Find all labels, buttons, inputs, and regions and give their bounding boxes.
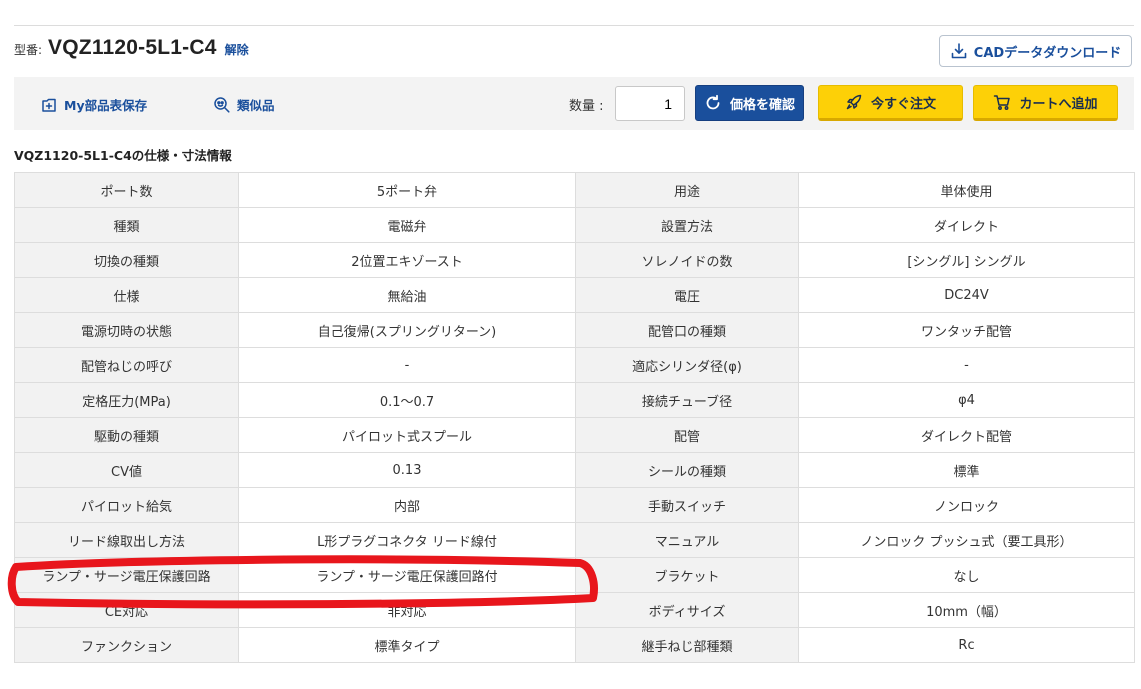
spec-value: パイロット式スプール bbox=[238, 417, 576, 453]
spec-value: L形プラグコネクタ リード線付 bbox=[238, 522, 576, 558]
spec-value: 無給油 bbox=[238, 277, 576, 313]
spec-value: 0.1～0.7 bbox=[238, 382, 576, 418]
spec-value: - bbox=[798, 347, 1135, 383]
spec-key: 適応シリンダ径(φ) bbox=[575, 347, 799, 383]
spec-key: 切換の種類 bbox=[14, 242, 239, 278]
spec-value: ノンロック プッシュ式（要工具形） bbox=[798, 522, 1135, 558]
spec-value: 内部 bbox=[238, 487, 576, 523]
spec-value: 2位置エキゾースト bbox=[238, 242, 576, 278]
spec-row: 切換の種類 2位置エキゾースト ソレノイドの数 [シングル] シングル bbox=[14, 242, 1135, 278]
action-bar: My部品表保存 類似品 数量 : 価格を確認 今すぐ注文 カートへ追加 bbox=[14, 77, 1134, 130]
spec-row: 駆動の種類 パイロット式スプール 配管 ダイレクト配管 bbox=[14, 417, 1135, 453]
spec-section-title: VQZ1120-5L1-C4の仕様・寸法情報 bbox=[14, 148, 232, 163]
spec-value: 10mm（幅） bbox=[798, 592, 1135, 628]
spec-value: 単体使用 bbox=[798, 172, 1135, 208]
spec-value: ダイレクト配管 bbox=[798, 417, 1135, 453]
spec-value: Rc bbox=[798, 627, 1135, 663]
part-number-header: 型番: VQZ1120-5L1-C4 解除 bbox=[14, 36, 249, 62]
spec-key: 配管ねじの呼び bbox=[14, 347, 239, 383]
spec-value: ダイレクト bbox=[798, 207, 1135, 243]
spec-value: ランプ・サージ電圧保護回路付 bbox=[238, 557, 576, 593]
part-number-label: 型番: bbox=[14, 43, 43, 57]
spec-key: CV値 bbox=[14, 452, 239, 488]
spec-value: 5ポート弁 bbox=[238, 172, 576, 208]
cad-download-label: CADデータダウンロード bbox=[973, 45, 1122, 61]
add-to-cart-label: カートへ追加 bbox=[1019, 96, 1098, 112]
spec-key: 電源切時の状態 bbox=[14, 312, 239, 348]
spec-key: 手動スイッチ bbox=[575, 487, 799, 523]
my-bom-save-label: My部品表保存 bbox=[64, 98, 148, 113]
spec-row: パイロット給気 内部 手動スイッチ ノンロック bbox=[14, 487, 1135, 523]
spec-key: ファンクション bbox=[14, 627, 239, 663]
spec-row: CV値 0.13 シールの種類 標準 bbox=[14, 452, 1135, 488]
spec-value: 標準タイプ bbox=[238, 627, 576, 663]
rocket-icon bbox=[846, 94, 862, 110]
spec-key: 駆動の種類 bbox=[14, 417, 239, 453]
spec-key: 配管口の種類 bbox=[575, 312, 799, 348]
spec-key: 継手ねじ部種類 bbox=[575, 627, 799, 663]
spec-key: パイロット給気 bbox=[14, 487, 239, 523]
spec-value: 自己復帰(スプリングリターン) bbox=[238, 312, 576, 348]
order-now-label: 今すぐ注文 bbox=[870, 96, 936, 112]
spec-row: 定格圧力(MPa) 0.1～0.7 接続チューブ径 φ4 bbox=[14, 382, 1135, 418]
check-price-label: 価格を確認 bbox=[729, 97, 795, 113]
spec-row: CE対応 非対応 ボディサイズ 10mm（幅） bbox=[14, 592, 1135, 628]
spec-key: リード線取出し方法 bbox=[14, 522, 239, 558]
spec-key: 配管 bbox=[575, 417, 799, 453]
spec-row: 仕様 無給油 電圧 DC24V bbox=[14, 277, 1135, 313]
spec-key: 仕様 bbox=[14, 277, 239, 313]
spec-value: 電磁弁 bbox=[238, 207, 576, 243]
spec-key: ブラケット bbox=[575, 557, 799, 593]
spec-row: 配管ねじの呼び - 適応シリンダ径(φ) - bbox=[14, 347, 1135, 383]
check-price-button[interactable]: 価格を確認 bbox=[695, 85, 804, 121]
quantity-input[interactable] bbox=[615, 86, 685, 121]
spec-value: 非対応 bbox=[238, 592, 576, 628]
spec-value: - bbox=[238, 347, 576, 383]
spec-key: ソレノイドの数 bbox=[575, 242, 799, 278]
spec-key: ポート数 bbox=[14, 172, 239, 208]
spec-row: 種類 電磁弁 設置方法 ダイレクト bbox=[14, 207, 1135, 243]
similar-search-icon bbox=[214, 96, 230, 113]
spec-key: 用途 bbox=[575, 172, 799, 208]
cart-icon bbox=[994, 95, 1011, 110]
spec-value: なし bbox=[798, 557, 1135, 593]
spec-key: 種類 bbox=[14, 207, 239, 243]
spec-key: ランプ・サージ電圧保護回路 bbox=[14, 557, 239, 593]
spec-row: リード線取出し方法 L形プラグコネクタ リード線付 マニュアル ノンロック プッ… bbox=[14, 522, 1135, 558]
spec-value: 標準 bbox=[798, 452, 1135, 488]
similar-products-link[interactable]: 類似品 bbox=[213, 95, 275, 114]
spec-row-highlighted: ランプ・サージ電圧保護回路 ランプ・サージ電圧保護回路付 ブラケット なし bbox=[14, 557, 1135, 593]
top-divider bbox=[14, 25, 1134, 26]
spec-value: φ4 bbox=[798, 382, 1135, 418]
add-to-cart-button[interactable]: カートへ追加 bbox=[973, 85, 1118, 121]
spec-key: ボディサイズ bbox=[575, 592, 799, 628]
spec-row: 電源切時の状態 自己復帰(スプリングリターン) 配管口の種類 ワンタッチ配管 bbox=[14, 312, 1135, 348]
spec-value: ノンロック bbox=[798, 487, 1135, 523]
spec-table: ポート数 5ポート弁 用途 単体使用 種類 電磁弁 設置方法 ダイレクト 切換の… bbox=[14, 172, 1135, 663]
spec-key: CE対応 bbox=[14, 592, 239, 628]
similar-products-label: 類似品 bbox=[237, 98, 275, 113]
spec-key: シールの種類 bbox=[575, 452, 799, 488]
order-now-button[interactable]: 今すぐ注文 bbox=[818, 85, 963, 121]
spec-row: ポート数 5ポート弁 用途 単体使用 bbox=[14, 172, 1135, 208]
part-number: VQZ1120-5L1-C4 bbox=[48, 36, 217, 59]
spec-key: 定格圧力(MPa) bbox=[14, 382, 239, 418]
spec-row: ファンクション 標準タイプ 継手ねじ部種類 Rc bbox=[14, 627, 1135, 663]
quantity-label: 数量 : bbox=[569, 99, 604, 114]
download-icon bbox=[951, 43, 967, 59]
spec-value: 0.13 bbox=[238, 452, 576, 488]
release-link[interactable]: 解除 bbox=[225, 41, 249, 58]
spec-key: 接続チューブ径 bbox=[575, 382, 799, 418]
refresh-icon bbox=[706, 94, 720, 110]
spec-key: 電圧 bbox=[575, 277, 799, 313]
spec-value: [シングル] シングル bbox=[798, 242, 1135, 278]
add-list-icon bbox=[42, 98, 56, 112]
spec-value: DC24V bbox=[798, 277, 1135, 313]
spec-value: ワンタッチ配管 bbox=[798, 312, 1135, 348]
spec-key: 設置方法 bbox=[575, 207, 799, 243]
my-bom-save-link[interactable]: My部品表保存 bbox=[40, 95, 147, 114]
spec-key: マニュアル bbox=[575, 522, 799, 558]
cad-download-button[interactable]: CADデータダウンロード bbox=[939, 35, 1132, 67]
